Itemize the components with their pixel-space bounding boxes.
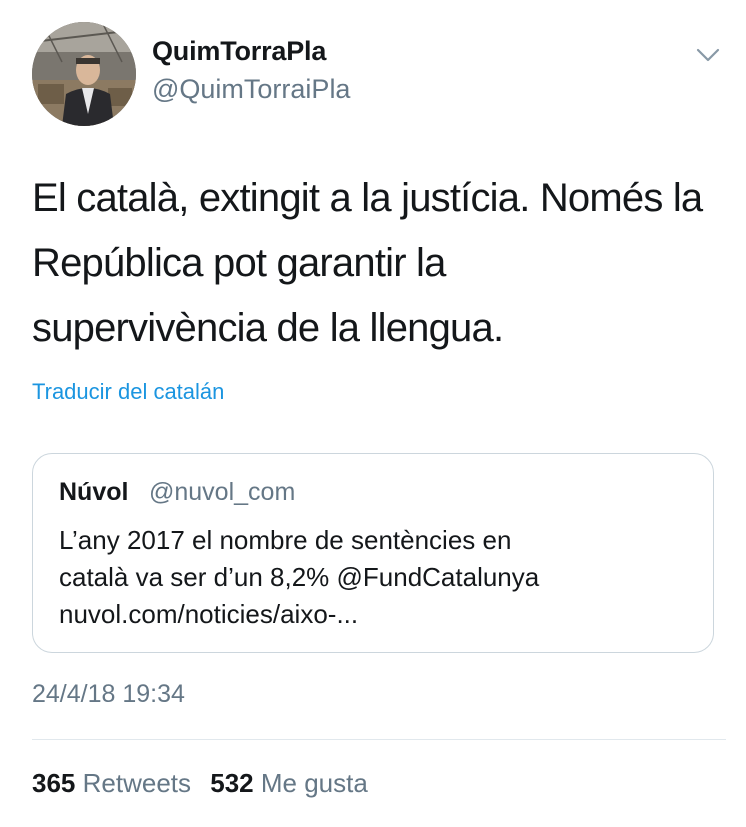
likes-stat[interactable]: 532 Me gusta xyxy=(210,768,368,798)
tweet-timestamp[interactable]: 24/4/18 19:34 xyxy=(32,680,185,709)
retweets-label: Retweets xyxy=(82,768,192,798)
quoted-author-handle: @nuvol_com xyxy=(149,478,296,506)
quoted-tweet-card[interactable]: Núvol @nuvol_com L’any 2017 el nombre de… xyxy=(32,453,714,653)
tweet-text: El català, extingit a la justícia. Només… xyxy=(32,176,703,350)
translate-link[interactable]: Traducir del catalán xyxy=(32,379,224,405)
avatar-photo xyxy=(32,22,136,126)
chevron-down-icon[interactable] xyxy=(694,44,722,66)
author-handle[interactable]: @QuimTorraiPla xyxy=(152,74,350,105)
likes-count: 532 xyxy=(210,768,254,798)
avatar[interactable] xyxy=(32,22,136,126)
quoted-author-name: Núvol xyxy=(59,478,129,506)
author-display-name[interactable]: QuimTorraPla xyxy=(152,36,326,67)
retweets-stat[interactable]: 365 Retweets xyxy=(32,768,191,798)
divider xyxy=(32,739,726,740)
quoted-tweet-text: L’any 2017 el nombre de sentències en ca… xyxy=(59,525,540,629)
tweet-stats: 365 Retweets 532 Me gusta xyxy=(32,768,368,799)
retweets-count: 365 xyxy=(32,768,76,798)
likes-label: Me gusta xyxy=(260,768,368,798)
